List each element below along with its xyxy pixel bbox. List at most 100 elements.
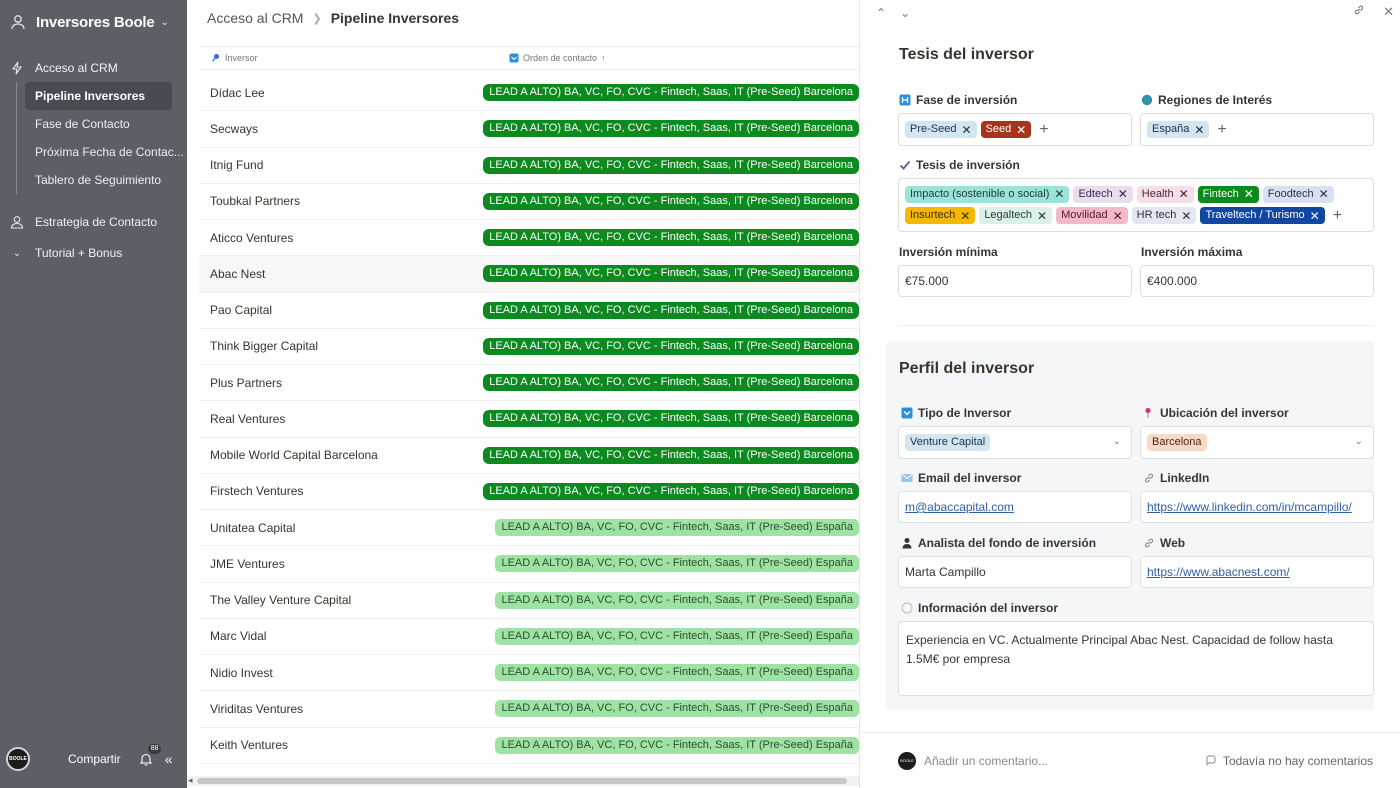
add-option-icon[interactable]: + (1333, 207, 1342, 225)
scroll-left-icon[interactable]: ◂ (188, 775, 193, 786)
orden-contacto-tag[interactable]: LEAD A ALTO) BA, VC, FO, CVC - Fintech, … (495, 736, 859, 754)
collapse-sidebar-icon[interactable]: « (165, 751, 173, 767)
table-row[interactable]: The Valley Venture Capital LEAD A ALTO) B… (199, 583, 859, 619)
tag-chip[interactable]: Movilidad ✕ (1056, 207, 1128, 224)
ubicacion-select[interactable]: Barcelona ⌄ (1140, 426, 1374, 459)
investor-name[interactable]: Dídac Lee (199, 86, 471, 100)
tag-chip[interactable]: HR tech ✕ (1131, 207, 1197, 224)
table-row[interactable]: Toubkal Partners LEAD A ALTO) BA, VC, FO,… (199, 184, 859, 220)
bell-icon[interactable]: 88 (139, 744, 162, 766)
tag-chip[interactable]: España ✕ (1147, 121, 1210, 138)
orden-contacto-tag[interactable]: LEAD A ALTO) BA, VC, FO, CVC - Fintech, … (495, 664, 859, 682)
remove-chip-icon[interactable]: ✕ (960, 210, 970, 222)
investor-name[interactable]: Viriditas Ventures (199, 702, 483, 716)
web-field[interactable]: https://www.abacnest.com/ (1140, 556, 1374, 588)
tag-chip[interactable]: Foodtech ✕ (1262, 185, 1334, 203)
fase-inversion-field[interactable]: Pre-Seed ✕ Seed ✕ + (898, 113, 1132, 146)
table-row[interactable]: Think Bigger Capital LEAD A ALTO) BA, VC,… (199, 329, 859, 365)
avatar[interactable]: BOOLE (6, 747, 30, 771)
remove-chip-icon[interactable]: ✕ (1054, 188, 1064, 200)
share-button[interactable]: Compartir (68, 752, 121, 766)
investor-name[interactable]: Plus Partners (199, 376, 471, 390)
remove-chip-icon[interactable]: ✕ (1310, 210, 1320, 222)
chevron-down-icon[interactable]: ⌄ (10, 246, 24, 260)
page-title[interactable]: Pipeline Inversores (331, 10, 459, 26)
column-header-inversor[interactable]: Inversor (199, 53, 499, 63)
comment-input[interactable]: Añadir un comentario... (924, 754, 1048, 768)
investor-name[interactable]: Think Bigger Capital (199, 339, 471, 353)
remove-chip-icon[interactable]: ✕ (1244, 188, 1254, 200)
table-row[interactable]: Secways LEAD A ALTO) BA, VC, FO, CVC - Fi… (199, 111, 859, 148)
orden-contacto-tag[interactable]: LEAD A ALTO) BA, VC, FO, CVC - Fintech, … (483, 120, 859, 138)
table-row[interactable]: Plus Partners LEAD A ALTO) BA, VC, FO, CV… (199, 365, 859, 402)
orden-contacto-tag[interactable]: LEAD A ALTO) BA, VC, FO, CVC - Fintech, … (483, 84, 859, 102)
scrollbar-thumb[interactable] (197, 778, 847, 784)
table-row[interactable]: Abac Nest LEAD A ALTO) BA, VC, FO, CVC - … (199, 256, 859, 293)
investor-name[interactable]: JME Ventures (199, 557, 483, 571)
sidebar-item-proxima-fecha[interactable]: Próxima Fecha de Contac... (17, 138, 187, 166)
remove-chip-icon[interactable]: ✕ (1037, 210, 1047, 222)
email-link[interactable]: m@abaccapital.com (905, 500, 1014, 514)
tag-chip[interactable]: Insurtech ✕ (905, 207, 976, 224)
add-option-icon[interactable]: + (1217, 121, 1226, 139)
investor-name[interactable]: The Valley Venture Capital (199, 593, 483, 607)
remove-chip-icon[interactable]: ✕ (1319, 188, 1329, 200)
regiones-field[interactable]: España ✕ + (1140, 113, 1374, 146)
tag-chip[interactable]: Fintech ✕ (1197, 185, 1259, 203)
link-icon[interactable] (1353, 4, 1365, 20)
investor-name[interactable]: Unitatea Capital (199, 521, 483, 535)
tesis-inversion-field[interactable]: Impacto (sostenible o social) ✕ Edtech ✕ Hea… (898, 178, 1374, 232)
add-option-icon[interactable]: + (1039, 121, 1048, 139)
table-row[interactable]: Aticco Ventures LEAD A ALTO) BA, VC, FO, … (199, 220, 859, 257)
sidebar-item-acceso-crm[interactable]: Acceso al CRM (0, 54, 187, 82)
sidebar-item-estrategia-contacto[interactable]: Estrategia de Contacto (0, 208, 187, 236)
linkedin-link[interactable]: https://www.linkedin.com/in/mcampillo/ (1147, 500, 1352, 514)
close-icon[interactable]: ✕ (1383, 4, 1394, 20)
tipo-inversor-select[interactable]: Venture Capital ⌄ (898, 426, 1132, 459)
orden-contacto-tag[interactable]: LEAD A ALTO) BA, VC, FO, CVC - Fintech, … (483, 337, 859, 355)
tag-chip[interactable]: Health ✕ (1136, 185, 1194, 203)
remove-chip-icon[interactable]: ✕ (1118, 188, 1128, 200)
orden-contacto-tag[interactable]: LEAD A ALTO) BA, VC, FO, CVC - Fintech, … (483, 410, 859, 428)
sidebar-item-fase-contacto[interactable]: Fase de Contacto (17, 110, 187, 138)
investor-name[interactable]: Toubkal Partners (199, 194, 471, 208)
orden-contacto-tag[interactable]: LEAD A ALTO) BA, VC, FO, CVC - Fintech, … (483, 374, 859, 392)
inversion-maxima-field[interactable]: €400.000 (1140, 265, 1374, 297)
tag-chip[interactable]: Impacto (sostenible o social) ✕ (905, 185, 1070, 203)
tag-chip[interactable]: Pre-Seed ✕ (905, 121, 977, 138)
investor-name[interactable]: Real Ventures (199, 412, 471, 426)
table-row[interactable]: Viriditas Ventures LEAD A ALTO) BA, VC, F… (199, 691, 859, 728)
orden-contacto-tag[interactable]: LEAD A ALTO) BA, VC, FO, CVC - Fintech, … (495, 700, 859, 718)
orden-contacto-tag[interactable]: LEAD A ALTO) BA, VC, FO, CVC - Fintech, … (483, 229, 859, 247)
table-row[interactable]: Unitatea Capital LEAD A ALTO) BA, VC, FO,… (199, 510, 859, 547)
orden-contacto-tag[interactable]: LEAD A ALTO) BA, VC, FO, CVC - Fintech, … (483, 265, 859, 283)
table-row[interactable]: Pao Capital LEAD A ALTO) BA, VC, FO, CVC … (199, 293, 859, 329)
tag-chip[interactable]: Traveltech / Turismo ✕ (1200, 207, 1325, 224)
remove-chip-icon[interactable]: ✕ (1181, 210, 1191, 222)
table-row[interactable]: Firstech Ventures LEAD A ALTO) BA, VC, FO… (199, 474, 859, 510)
tag-chip[interactable]: Legaltech ✕ (979, 207, 1053, 224)
sidebar-item-tablero-seguimiento[interactable]: Tablero de Seguimiento (17, 166, 187, 194)
inversion-minima-field[interactable]: €75.000 (898, 265, 1132, 297)
table-row[interactable]: Nidio Invest LEAD A ALTO) BA, VC, FO, CVC… (199, 655, 859, 692)
investor-name[interactable]: Itnig Fund (199, 158, 471, 172)
table-row[interactable]: Dídac Lee LEAD A ALTO) BA, VC, FO, CVC - … (199, 75, 859, 112)
orden-contacto-tag[interactable]: LEAD A ALTO) BA, VC, FO, CVC - Fintech, … (495, 591, 859, 609)
remove-chip-icon[interactable]: ✕ (1016, 124, 1026, 136)
table-row[interactable]: Mobile World Capital Barcelona LEAD A ALT… (199, 438, 859, 474)
orden-contacto-tag[interactable]: LEAD A ALTO) BA, VC, FO, CVC - Fintech, … (495, 627, 859, 645)
linkedin-field[interactable]: https://www.linkedin.com/in/mcampillo/ (1140, 491, 1374, 523)
remove-chip-icon[interactable]: ✕ (961, 124, 971, 136)
column-header-orden[interactable]: Orden de contacto ↑ (499, 53, 606, 63)
analista-field[interactable]: Marta Campillo (898, 556, 1132, 588)
investor-name[interactable]: Abac Nest (199, 267, 471, 281)
workspace-switcher[interactable]: Inversores Boole ⌄ (0, 0, 187, 44)
investor-name[interactable]: Firstech Ventures (199, 484, 471, 498)
tag-chip[interactable]: Edtech ✕ (1073, 185, 1133, 203)
investor-name[interactable]: Aticco Ventures (199, 231, 471, 245)
tag-chip[interactable]: Seed ✕ (980, 121, 1032, 138)
web-link[interactable]: https://www.abacnest.com/ (1147, 565, 1290, 579)
investor-name[interactable]: Mobile World Capital Barcelona (199, 448, 471, 462)
sidebar-item-pipeline-inversores[interactable]: Pipeline Inversores (25, 82, 172, 110)
breadcrumb-parent[interactable]: Acceso al CRM (207, 10, 303, 26)
